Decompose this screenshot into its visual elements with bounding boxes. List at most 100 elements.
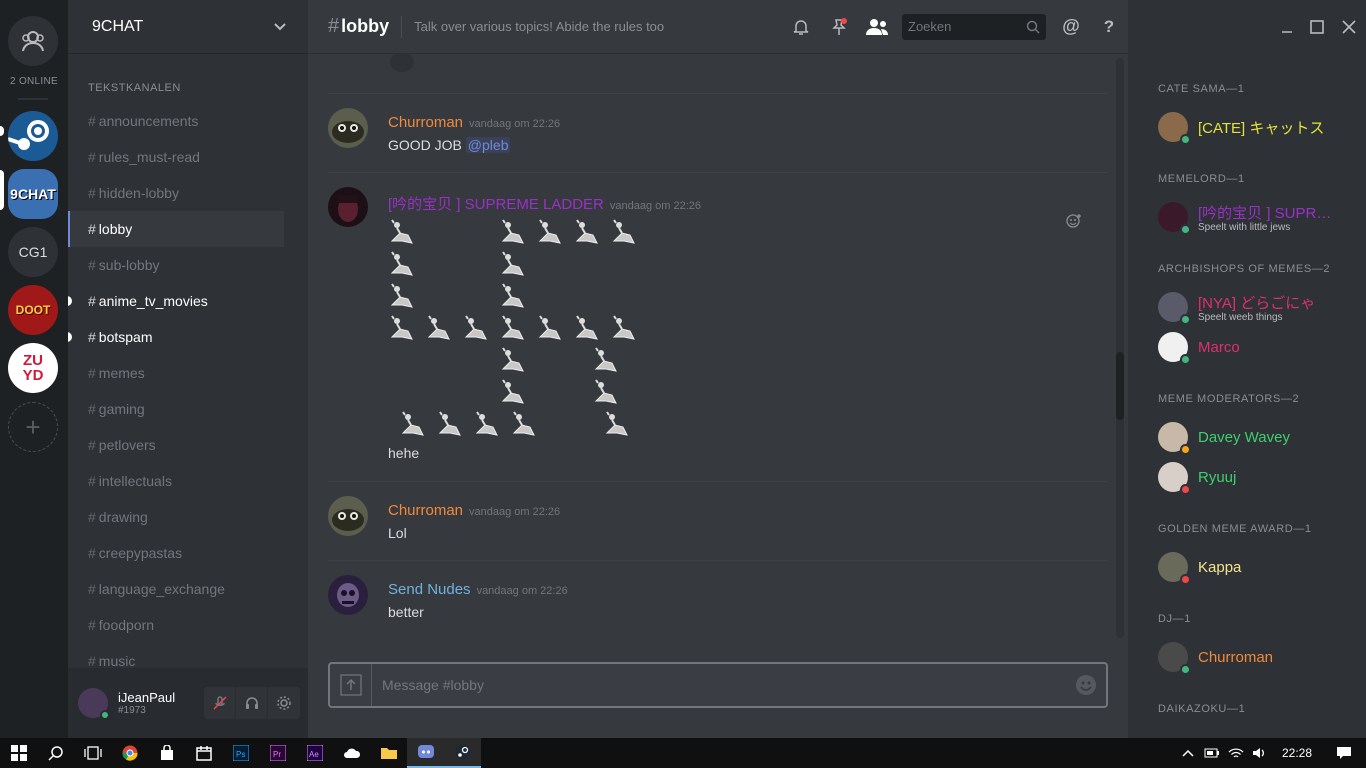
member-item[interactable]: Marco <box>1158 332 1358 365</box>
chat-area: # lobby Talk over various topics! Abide … <box>308 0 1128 738</box>
tray-expand-button[interactable] <box>1176 738 1200 768</box>
author-name[interactable]: [吟的宝贝 ] SUPREME LADDER <box>388 196 604 213</box>
steam-app[interactable] <box>444 738 481 768</box>
deafen-button[interactable] <box>236 687 268 719</box>
member-name: [CATE] キャットス <box>1198 119 1325 137</box>
channel-drawing[interactable]: # drawing <box>68 499 308 535</box>
notifications-button[interactable] <box>782 0 820 54</box>
search-taskbar-button[interactable] <box>37 738 74 768</box>
close-button[interactable] <box>1332 0 1366 54</box>
channel-intellectuals[interactable]: # intellectuals <box>68 463 308 499</box>
author-name[interactable]: Send Nudes <box>388 581 471 598</box>
scrollbar-thumb[interactable] <box>1116 352 1124 420</box>
scrollbar[interactable] <box>1116 58 1124 638</box>
bell-icon <box>793 19 809 35</box>
figure-emoji <box>390 251 413 276</box>
avatar <box>1158 642 1191 675</box>
channel-name: gaming <box>98 401 145 417</box>
minimize-button[interactable] <box>1272 0 1302 54</box>
maximize-button[interactable] <box>1302 0 1332 54</box>
message-header: Churroman vandaag om 22:26 <box>388 502 560 519</box>
avatar[interactable] <box>328 108 368 148</box>
avatar[interactable] <box>328 575 368 615</box>
channel-memes[interactable]: # memes <box>68 355 308 391</box>
wifi-indicator[interactable] <box>1224 738 1248 768</box>
username: iJeanPaul <box>118 690 176 705</box>
after-effects-app[interactable]: Ae <box>296 738 333 768</box>
member-item[interactable]: [NYA] どらごにゃ Speelt weeb things <box>1158 292 1358 325</box>
avatar-churroman-icon <box>328 108 368 148</box>
figure-emoji <box>390 219 413 244</box>
avatar[interactable] <box>328 187 368 227</box>
premiere-app[interactable]: Pr <box>259 738 296 768</box>
taskbar: Ps Pr Ae 22:28 <box>0 738 1366 768</box>
status-badge <box>1180 354 1191 365</box>
channel-sub-lobby[interactable]: # sub-lobby <box>68 247 308 283</box>
explorer-app[interactable] <box>370 738 407 768</box>
member-item[interactable]: Churroman <box>1158 642 1358 675</box>
add-reaction-button[interactable] <box>1066 213 1082 234</box>
server-doom[interactable]: DOOT <box>8 285 58 335</box>
server-cg1[interactable]: CG1 <box>8 227 58 277</box>
emoji-picker-button[interactable] <box>1066 674 1106 696</box>
user-mention[interactable]: @pleb <box>465 137 511 153</box>
pinned-button[interactable] <box>820 0 858 54</box>
settings-button[interactable] <box>268 687 300 719</box>
message-input[interactable] <box>372 664 1066 706</box>
start-button[interactable] <box>0 738 37 768</box>
channel-lobby[interactable]: # lobby <box>68 211 284 247</box>
mute-button[interactable] <box>204 687 236 719</box>
member-item[interactable]: Kappa <box>1158 552 1358 585</box>
author-name[interactable]: Churroman <box>388 114 463 131</box>
volume-indicator[interactable] <box>1248 738 1272 768</box>
channel-anime-tv-movies[interactable]: # anime_tv_movies <box>68 283 308 319</box>
member-list-button[interactable] <box>858 0 896 54</box>
author-name[interactable]: Churroman <box>388 502 463 519</box>
server-9chat[interactable]: 9CHAT <box>8 169 58 219</box>
reaction-stub <box>390 54 414 72</box>
server-header[interactable]: 9CHAT <box>68 0 308 54</box>
battery-indicator[interactable] <box>1200 738 1224 768</box>
server-zuyd[interactable]: ZU YD <box>8 343 58 393</box>
help-button[interactable]: ? <box>1090 0 1128 54</box>
avatar[interactable] <box>328 496 368 536</box>
channel-creepypastas[interactable]: # creepypastas <box>68 535 308 571</box>
server-steam[interactable] <box>8 111 58 161</box>
task-view-button[interactable] <box>74 738 111 768</box>
search-input[interactable]: Zoeken <box>902 13 1046 40</box>
channel-botspam[interactable]: # botspam <box>68 319 308 355</box>
chrome-app[interactable] <box>111 738 148 768</box>
avatar-churroman-icon <box>328 496 368 536</box>
calendar-app[interactable] <box>185 738 222 768</box>
message-header: Churroman vandaag om 22:26 <box>388 114 560 131</box>
channel-rules-must-read[interactable]: # rules_must-read <box>68 139 308 175</box>
add-server-button[interactable]: + <box>8 402 58 452</box>
channel-petlovers[interactable]: # petlovers <box>68 427 308 463</box>
photoshop-app[interactable]: Ps <box>222 738 259 768</box>
member-item[interactable]: [CATE] キャットス <box>1158 112 1358 145</box>
discord-app[interactable] <box>407 738 444 768</box>
channel-announcements[interactable]: # announcements <box>68 103 308 139</box>
channel-name: creepypastas <box>98 545 183 561</box>
status-online <box>100 710 110 720</box>
upload-button[interactable] <box>330 664 372 706</box>
store-icon <box>160 745 173 760</box>
clock[interactable]: 22:28 <box>1272 746 1322 760</box>
member-item[interactable]: [吟的宝贝 ] SUPREME Speelt with little jews <box>1158 202 1358 235</box>
status-badge <box>1180 574 1191 585</box>
channel-hidden-lobby[interactable]: # hidden-lobby <box>68 175 308 211</box>
channel-foodporn[interactable]: # foodporn <box>68 607 308 643</box>
channel-gaming[interactable]: # gaming <box>68 391 308 427</box>
action-center-button[interactable] <box>1322 738 1366 768</box>
friends-button[interactable] <box>8 16 58 66</box>
channel-hash-icon: # <box>88 545 96 561</box>
onedrive-app[interactable] <box>333 738 370 768</box>
channel-language-exchange[interactable]: # language_exchange <box>68 571 308 607</box>
store-app[interactable] <box>148 738 185 768</box>
avatar[interactable] <box>78 688 110 720</box>
mentions-button[interactable]: @ <box>1052 0 1090 54</box>
member-item[interactable]: Ryuuj <box>1158 462 1358 495</box>
avatar <box>1158 292 1191 325</box>
member-item[interactable]: Davey Wavey <box>1158 422 1358 455</box>
channel-music[interactable]: # music <box>68 643 308 668</box>
